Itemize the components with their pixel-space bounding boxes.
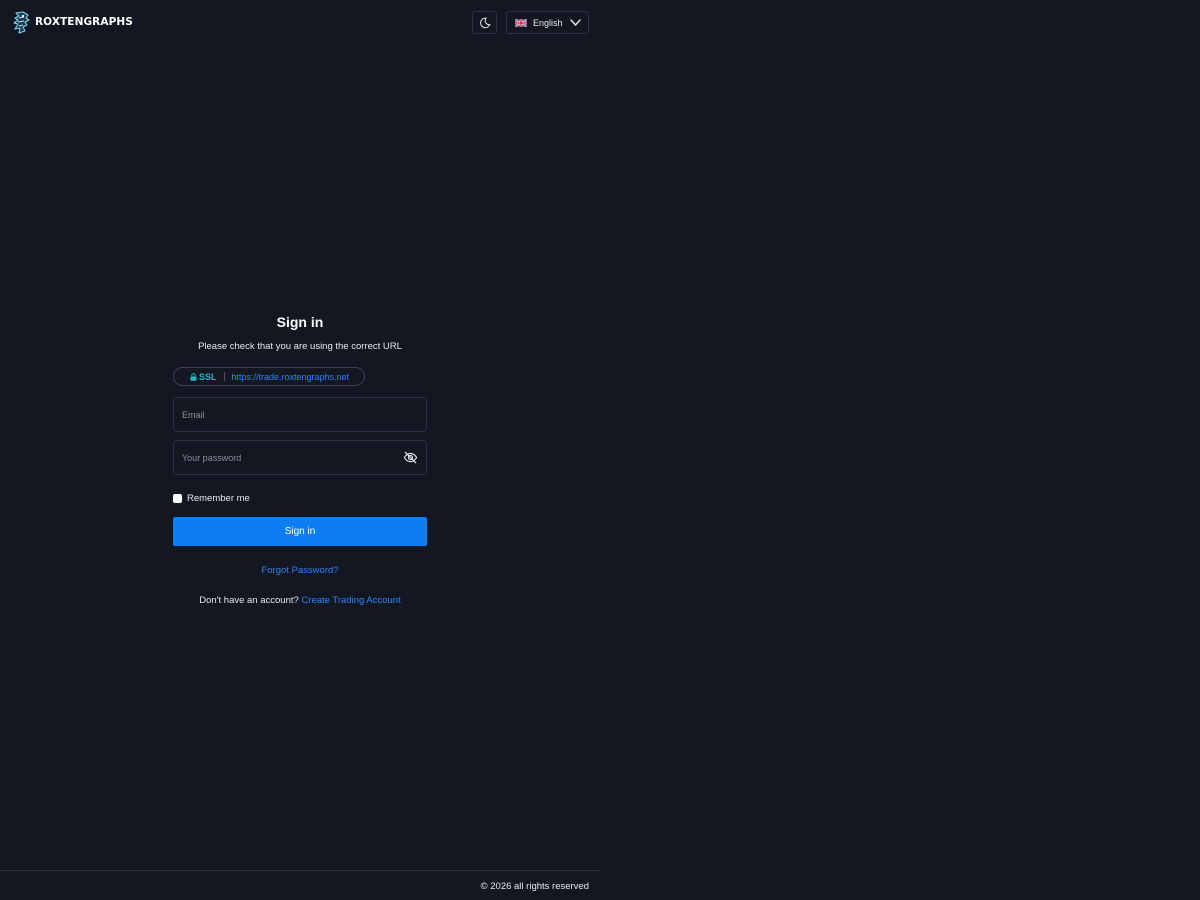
- password-input[interactable]: [174, 441, 426, 474]
- remember-me-checkbox[interactable]: [173, 493, 182, 503]
- forgot-password-row: Forgot Password?: [173, 565, 427, 577]
- remember-me-label: Remember me: [187, 492, 250, 504]
- theme-toggle-button[interactable]: [472, 11, 497, 34]
- ssl-label: SSL: [199, 371, 217, 382]
- ssl-indicator: SSL: [190, 372, 217, 382]
- language-label: English: [533, 17, 563, 28]
- eye-off-icon[interactable]: [403, 450, 418, 465]
- secure-url-badge: SSL https://trade.roxtengraphs.net: [173, 367, 365, 386]
- footer: © 2026 all rights reserved: [0, 870, 600, 900]
- language-select[interactable]: English: [506, 11, 589, 34]
- signin-form: Sign in Please check that you are using …: [173, 312, 427, 607]
- email-input[interactable]: [174, 398, 426, 431]
- lock-icon: [190, 372, 197, 381]
- forgot-password-link[interactable]: Forgot Password?: [261, 565, 338, 576]
- divider: [223, 372, 225, 381]
- signin-button[interactable]: Sign in: [173, 517, 427, 546]
- page-title: Sign in: [276, 314, 324, 330]
- create-account-link[interactable]: Create Trading Account: [301, 595, 400, 606]
- site-url: https://trade.roxtengraphs.net: [231, 371, 350, 382]
- remember-me-row: Remember me: [173, 492, 427, 504]
- brand-name: ROXTENGRAPHS: [35, 16, 133, 28]
- email-field-wrapper: [173, 397, 427, 432]
- url-check-notice: Please check that you are using the corr…: [198, 341, 402, 352]
- chevron-down-icon: [570, 19, 581, 26]
- header: ROXTENGRAPHS English: [0, 0, 600, 46]
- moon-icon: [479, 17, 491, 28]
- copyright-text: © 2026 all rights reserved: [480, 881, 589, 892]
- signup-prompt: Don't have an account?: [199, 595, 299, 606]
- logo[interactable]: ROXTENGRAPHS: [11, 10, 133, 34]
- brand-logo-icon: [13, 11, 30, 34]
- signup-row: Don't have an account? Create Trading Ac…: [173, 595, 427, 607]
- password-field-wrapper: [173, 440, 427, 475]
- uk-flag-icon: [515, 18, 527, 27]
